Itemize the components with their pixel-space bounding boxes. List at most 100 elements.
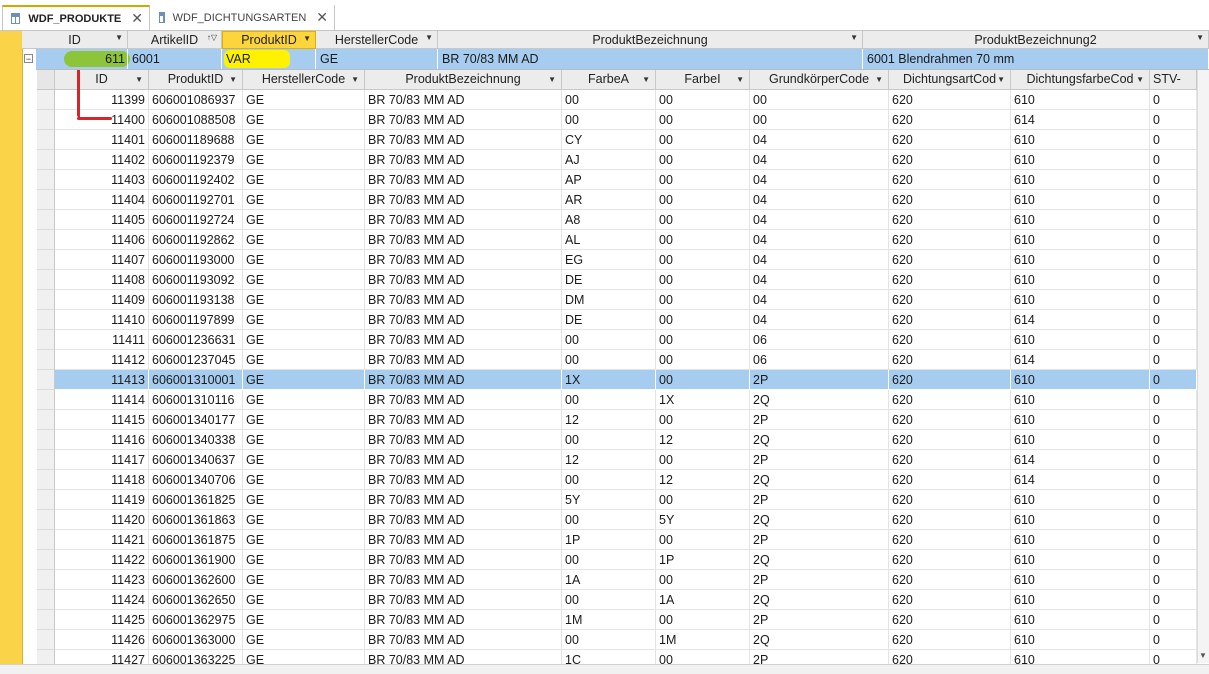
cell-id[interactable]: 11412 — [55, 350, 149, 370]
cell-herstellercode[interactable]: GE — [243, 210, 365, 230]
cell-dichtungsfarbecod[interactable]: 614 — [1011, 310, 1150, 330]
cell-id[interactable]: 11426 — [55, 630, 149, 650]
cell-produktid[interactable]: 606001193138 — [149, 290, 243, 310]
cell-farbei[interactable]: 00 — [656, 290, 750, 310]
cell-farbea[interactable]: CY — [562, 130, 656, 150]
cell-grundkoerpercode[interactable]: 04 — [750, 170, 889, 190]
cell-id[interactable]: 11417 — [55, 450, 149, 470]
dropdown-arrow-icon[interactable]: ▼ — [997, 70, 1005, 89]
cell-farbea[interactable]: 1M — [562, 610, 656, 630]
cell-grundkoerpercode[interactable]: 06 — [750, 330, 889, 350]
cell-farbei[interactable]: 00 — [656, 170, 750, 190]
cell-id[interactable]: 11400 — [55, 110, 149, 130]
cell-farbea[interactable]: DM — [562, 290, 656, 310]
table-row[interactable]: 11426 606001363000 GE BR 70/83 MM AD 00 1M 2Q 6… — [55, 630, 1197, 650]
cell-stv[interactable]: 0 — [1150, 210, 1197, 230]
master-artikelid-cell[interactable]: 6001 — [128, 49, 222, 69]
cell-grundkoerpercode[interactable]: 2P — [750, 490, 889, 510]
cell-produktbezeichnung[interactable]: BR 70/83 MM AD — [365, 90, 562, 110]
row-selector[interactable] — [37, 590, 55, 610]
close-icon[interactable]: ✕ — [131, 10, 143, 27]
cell-dichtungsfarbecod[interactable]: 610 — [1011, 330, 1150, 350]
column-header-produktid[interactable]: ProduktID ▼ — [222, 31, 316, 49]
cell-produktid[interactable]: 606001340637 — [149, 450, 243, 470]
cell-herstellercode[interactable]: GE — [243, 250, 365, 270]
master-id-cell[interactable]: 611 — [36, 49, 128, 69]
dropdown-arrow-icon[interactable]: ▼ — [303, 34, 311, 43]
cell-farbei[interactable]: 00 — [656, 450, 750, 470]
cell-dichtungsartcod[interactable]: 620 — [889, 570, 1011, 590]
cell-dichtungsfarbecod[interactable]: 610 — [1011, 530, 1150, 550]
cell-produktbezeichnung[interactable]: BR 70/83 MM AD — [365, 330, 562, 350]
cell-grundkoerpercode[interactable]: 04 — [750, 290, 889, 310]
cell-id[interactable]: 11416 — [55, 430, 149, 450]
row-selector[interactable] — [37, 170, 55, 190]
cell-farbei[interactable]: 1X — [656, 390, 750, 410]
cell-dichtungsfarbecod[interactable]: 610 — [1011, 610, 1150, 630]
cell-stv[interactable]: 0 — [1150, 190, 1197, 210]
cell-farbea[interactable]: DE — [562, 270, 656, 290]
cell-dichtungsfarbecod[interactable]: 610 — [1011, 630, 1150, 650]
cell-produktid[interactable]: 606001340338 — [149, 430, 243, 450]
cell-grundkoerpercode[interactable]: 04 — [750, 250, 889, 270]
cell-produktid[interactable]: 606001193092 — [149, 270, 243, 290]
cell-herstellercode[interactable]: GE — [243, 610, 365, 630]
row-selector[interactable] — [37, 330, 55, 350]
cell-farbei[interactable]: 00 — [656, 90, 750, 110]
cell-farbea[interactable]: 12 — [562, 410, 656, 430]
cell-id[interactable]: 11425 — [55, 610, 149, 630]
cell-id[interactable]: 11399 — [55, 90, 149, 110]
cell-produktid[interactable]: 606001361900 — [149, 550, 243, 570]
cell-farbei[interactable]: 00 — [656, 410, 750, 430]
cell-farbea[interactable]: 00 — [562, 110, 656, 130]
cell-farbea[interactable]: DE — [562, 310, 656, 330]
cell-herstellercode[interactable]: GE — [243, 390, 365, 410]
cell-farbea[interactable]: AR — [562, 190, 656, 210]
cell-grundkoerpercode[interactable]: 2Q — [750, 630, 889, 650]
cell-grundkoerpercode[interactable]: 2Q — [750, 390, 889, 410]
cell-dichtungsartcod[interactable]: 620 — [889, 230, 1011, 250]
table-row[interactable]: 11409 606001193138 GE BR 70/83 MM AD DM 00 04 6… — [55, 290, 1197, 310]
sub-header-herstellercode[interactable]: HerstellerCode ▼ — [243, 70, 365, 90]
cell-produktid[interactable]: 606001362650 — [149, 590, 243, 610]
cell-grundkoerpercode[interactable]: 04 — [750, 270, 889, 290]
cell-dichtungsartcod[interactable]: 620 — [889, 170, 1011, 190]
cell-grundkoerpercode[interactable]: 06 — [750, 350, 889, 370]
row-selector[interactable] — [37, 450, 55, 470]
cell-grundkoerpercode[interactable]: 2P — [750, 370, 889, 390]
cell-produktid[interactable]: 606001340177 — [149, 410, 243, 430]
cell-id[interactable]: 11414 — [55, 390, 149, 410]
cell-dichtungsfarbecod[interactable]: 610 — [1011, 130, 1150, 150]
cell-dichtungsartcod[interactable]: 620 — [889, 550, 1011, 570]
cell-grundkoerpercode[interactable]: 00 — [750, 90, 889, 110]
cell-dichtungsfarbecod[interactable]: 610 — [1011, 570, 1150, 590]
sub-header-farbei[interactable]: FarbeI ▼ — [656, 70, 750, 90]
cell-dichtungsartcod[interactable]: 620 — [889, 610, 1011, 630]
cell-id[interactable]: 11411 — [55, 330, 149, 350]
cell-dichtungsfarbecod[interactable]: 610 — [1011, 250, 1150, 270]
cell-herstellercode[interactable]: GE — [243, 190, 365, 210]
cell-farbei[interactable]: 00 — [656, 110, 750, 130]
master-produktid-cell[interactable]: VAR — [222, 49, 316, 69]
cell-farbea[interactable]: 1P — [562, 530, 656, 550]
dropdown-arrow-icon[interactable]: ▼ — [351, 70, 359, 89]
cell-produktbezeichnung[interactable]: BR 70/83 MM AD — [365, 390, 562, 410]
row-selector[interactable] — [37, 230, 55, 250]
cell-stv[interactable]: 0 — [1150, 170, 1197, 190]
cell-stv[interactable]: 0 — [1150, 330, 1197, 350]
cell-grundkoerpercode[interactable]: 2P — [750, 530, 889, 550]
cell-produktid[interactable]: 606001189688 — [149, 130, 243, 150]
row-selector[interactable] — [37, 530, 55, 550]
cell-dichtungsfarbecod[interactable]: 610 — [1011, 490, 1150, 510]
cell-produktbezeichnung[interactable]: BR 70/83 MM AD — [365, 450, 562, 470]
row-selector[interactable] — [37, 630, 55, 650]
dropdown-arrow-icon[interactable]: ▼ — [548, 70, 556, 89]
cell-herstellercode[interactable]: GE — [243, 310, 365, 330]
cell-farbei[interactable]: 1A — [656, 590, 750, 610]
cell-stv[interactable]: 0 — [1150, 350, 1197, 370]
cell-id[interactable]: 11413 — [55, 370, 149, 390]
cell-grundkoerpercode[interactable]: 04 — [750, 130, 889, 150]
cell-grundkoerpercode[interactable]: 2Q — [750, 510, 889, 530]
cell-stv[interactable]: 0 — [1150, 150, 1197, 170]
row-selector[interactable] — [37, 610, 55, 630]
